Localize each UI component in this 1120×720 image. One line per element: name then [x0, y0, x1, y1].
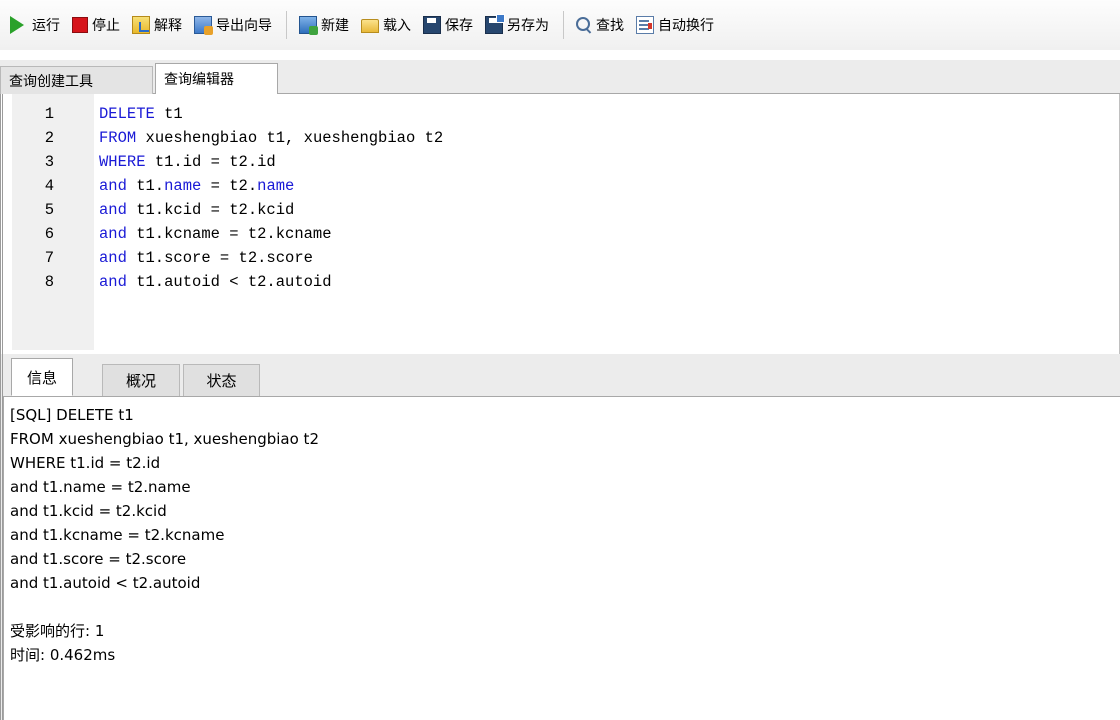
explain-label: 解释 [154, 18, 182, 34]
tab-query-builder[interactable]: 查询创建工具 [0, 66, 153, 94]
message-line: and t1.name = t2.name [10, 478, 191, 496]
line-number: 1 [44, 105, 54, 123]
sql-text: t1.autoid < t2.autoid [126, 273, 332, 291]
message-line: FROM xueshengbiao t1, xueshengbiao t2 [10, 430, 319, 448]
stop-icon [72, 17, 88, 33]
stop-button[interactable]: 停止 [68, 12, 124, 38]
tab-profile[interactable]: 概况 [102, 364, 180, 396]
message-line: WHERE t1.id = t2.id [10, 454, 161, 472]
line-code: WHERE t1.id = t2.id [99, 150, 276, 174]
sql-keyword: and [99, 273, 127, 291]
tab-label: 概况 [125, 372, 156, 390]
load-label: 载入 [383, 18, 411, 34]
word-wrap-icon [636, 16, 654, 34]
sql-text: t1.score = t2.score [126, 249, 313, 267]
sql-text: = t2. [201, 177, 258, 195]
export-wizard-button[interactable]: 导出向导 [190, 12, 276, 38]
sql-keyword: name [257, 177, 295, 195]
toolbar-separator [563, 11, 564, 39]
line-number: 7 [44, 249, 54, 267]
line-number: 2 [44, 129, 54, 147]
sql-editor[interactable]: 1 DELETE t1 2 FROM xueshengbiao t1, xueshen… [0, 94, 1120, 354]
toolbar: 运行 停止 解释 导出向导 新建 载入 保存 另存为 查找 自动换行 [0, 0, 1120, 50]
message-line: 时间: 0.462ms [10, 646, 116, 664]
sql-keyword: FROM [99, 129, 137, 147]
message-line: [SQL] DELETE t1 [10, 406, 134, 424]
sql-keyword: and [99, 177, 127, 195]
message-line: and t1.kcid = t2.kcid [10, 502, 167, 520]
find-button[interactable]: 查找 [572, 12, 628, 38]
line-number: 5 [44, 201, 54, 219]
sql-keyword: DELETE [99, 105, 155, 123]
sql-text: t1. [126, 177, 165, 195]
sql-text: xueshengbiao t1, xueshengbiao t2 [136, 129, 444, 147]
tab-label: 状态 [206, 372, 237, 390]
sql-text: t1.id = t2.id [145, 153, 276, 171]
result-tab-bar: 信息 概况 状态 [3, 354, 1120, 396]
editor-tab-bar: 查询创建工具 查询编辑器 [0, 60, 1120, 95]
sql-keyword: WHERE [99, 153, 146, 171]
load-button[interactable]: 载入 [357, 12, 415, 38]
line-number: 3 [44, 153, 54, 171]
stop-label: 停止 [92, 18, 120, 34]
word-wrap-label: 自动换行 [658, 18, 714, 34]
save-icon [423, 16, 441, 34]
run-label: 运行 [32, 18, 60, 34]
message-line: and t1.autoid < t2.autoid [10, 574, 201, 592]
result-panel: 信息 概况 状态 [SQL] DELETE t1 FROM xueshengbia… [0, 354, 1120, 720]
new-button[interactable]: 新建 [295, 12, 353, 38]
tab-label: 信息 [26, 368, 57, 387]
sql-text: t1.kcid = t2.kcid [126, 201, 295, 219]
line-code: and t1.autoid < t2.autoid [99, 270, 332, 294]
message-output[interactable]: [SQL] DELETE t1 FROM xueshengbiao t1, xue… [3, 396, 1120, 720]
tab-query-editor[interactable]: 查询编辑器 [155, 63, 278, 95]
tab-label: 查询编辑器 [164, 72, 234, 88]
line-code: FROM xueshengbiao t1, xueshengbiao t2 [99, 126, 443, 150]
line-number: 6 [44, 225, 54, 243]
message-line: 受影响的行: 1 [10, 622, 105, 640]
tab-label: 查询创建工具 [9, 73, 93, 90]
tab-status[interactable]: 状态 [183, 364, 260, 396]
sql-keyword: name [164, 177, 202, 195]
find-label: 查找 [596, 18, 624, 34]
sql-keyword: and [99, 225, 127, 243]
search-icon [576, 17, 592, 33]
export-icon [194, 16, 213, 35]
sql-keyword: and [99, 201, 127, 219]
line-number: 8 [44, 273, 54, 291]
sql-text: t1.kcname = t2.kcname [126, 225, 332, 243]
line-code: and t1.score = t2.score [99, 246, 313, 270]
explain-icon [132, 16, 150, 34]
folder-icon [361, 19, 379, 33]
toolbar-separator [286, 11, 287, 39]
save-as-icon [485, 14, 505, 34]
line-code: and t1.kcid = t2.kcid [99, 198, 294, 222]
save-label: 保存 [445, 18, 473, 34]
sql-keyword: and [99, 249, 127, 267]
sql-text: t1 [154, 105, 183, 123]
play-icon [10, 16, 24, 34]
save-as-button[interactable]: 另存为 [481, 12, 553, 38]
line-code: and t1.kcname = t2.kcname [99, 222, 332, 246]
new-query-icon [299, 16, 318, 35]
new-label: 新建 [321, 18, 349, 34]
explain-button[interactable]: 解释 [128, 12, 186, 38]
line-code: DELETE t1 [99, 102, 183, 126]
run-button[interactable]: 运行 [6, 12, 64, 38]
tab-message[interactable]: 信息 [11, 358, 73, 396]
message-line: and t1.kcname = t2.kcname [10, 526, 225, 544]
save-button[interactable]: 保存 [419, 12, 477, 38]
save-as-label: 另存为 [507, 18, 549, 34]
message-line: and t1.score = t2.score [10, 550, 187, 568]
line-number: 4 [44, 177, 54, 195]
word-wrap-button[interactable]: 自动换行 [632, 12, 718, 38]
line-code: and t1.name = t2.name [99, 174, 294, 198]
export-wizard-label: 导出向导 [216, 18, 272, 34]
